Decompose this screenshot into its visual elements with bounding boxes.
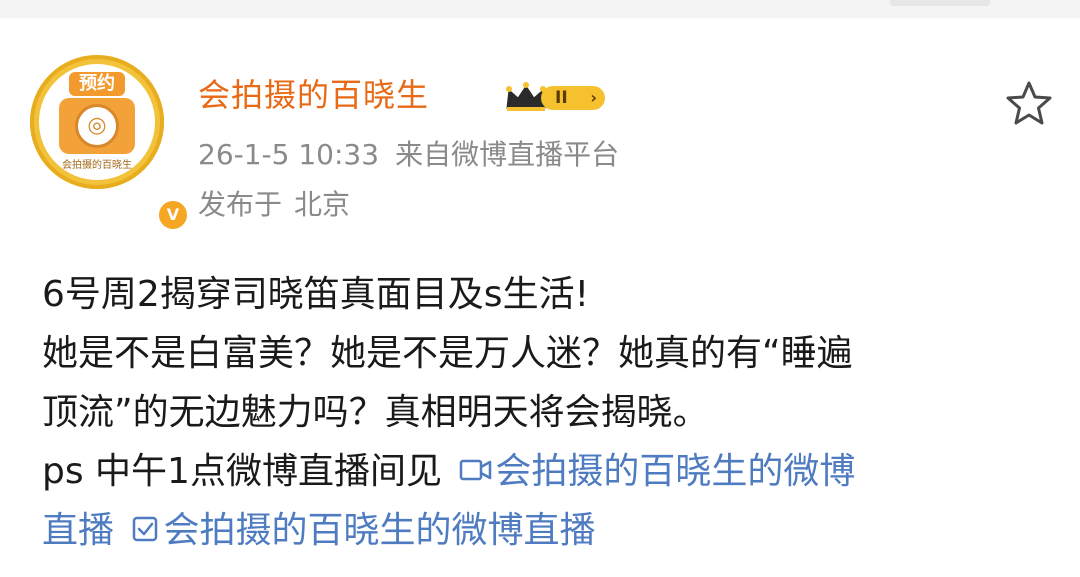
avatar-caption: 会拍摄的百晓生	[62, 160, 132, 171]
top-divider	[0, 0, 1080, 18]
level-pill: II ›	[541, 86, 605, 110]
live-link-2-text: 会拍摄的百晓生的微博直播	[163, 510, 596, 551]
location-city: 北京	[294, 188, 351, 221]
avatar-image: 预约 ◎ 会拍摄的百晓生	[39, 64, 155, 180]
top-tab-indicator	[890, 0, 990, 6]
author-level-badge[interactable]: II ›	[503, 80, 607, 114]
lens-glyph: ◎	[87, 113, 107, 138]
star-outline-icon[interactable]	[1003, 79, 1055, 127]
chevron-right-icon: ›	[590, 88, 597, 107]
live-link-1-text: 会拍摄的百晓生的微博	[495, 451, 856, 492]
verified-icon: V	[156, 198, 190, 232]
content-text: ps 中午1点微博直播间见	[42, 451, 442, 492]
checkbox-icon	[133, 516, 158, 542]
post-location: 发布于 北京	[198, 186, 350, 224]
live-link-1-continued[interactable]: 直播	[42, 510, 114, 551]
post-content: 6号周2揭穿司晓笛真面目及s生活! 她是不是白富美？她是不是万人迷？她真的有“睡…	[42, 265, 1062, 560]
live-camera-icon	[460, 459, 492, 481]
level-text: II	[555, 88, 568, 108]
location-prefix: 发布于	[198, 188, 283, 221]
author-name[interactable]: 会拍摄的百晓生	[198, 73, 429, 117]
content-line-5: 直播 会拍摄的百晓生的微博直播	[42, 501, 1062, 560]
post-time: 26-1-5 10:33	[198, 138, 380, 171]
post-source[interactable]: 来自微博直播平台	[395, 138, 619, 171]
camera-icon: ◎	[59, 98, 135, 154]
content-line-2: 她是不是白富美？她是不是万人迷？她真的有“睡遍	[42, 333, 853, 374]
live-link-1[interactable]: 会拍摄的百晓生的微博	[453, 451, 855, 492]
avatar-badge: 预约	[69, 72, 125, 96]
weibo-post-view: 预约 ◎ 会拍摄的百晓生 V 会拍摄的百晓生 II › 26-1-5 10:33…	[0, 0, 1080, 577]
camera-lens: ◎	[75, 104, 119, 148]
content-line-1: 6号周2揭穿司晓笛真面目及s生活!	[42, 274, 589, 315]
content-line-3: 顶流”的无边魅力吗？真相明天将会揭晓。	[42, 392, 709, 433]
live-link-2[interactable]: 会拍摄的百晓生的微博直播	[125, 510, 595, 551]
author-avatar[interactable]: 预约 ◎ 会拍摄的百晓生 V	[30, 55, 190, 232]
content-line-4: ps 中午1点微博直播间见 会拍摄的百晓生的微博	[42, 442, 1062, 501]
post-meta: 26-1-5 10:33 来自微博直播平台	[198, 136, 619, 174]
